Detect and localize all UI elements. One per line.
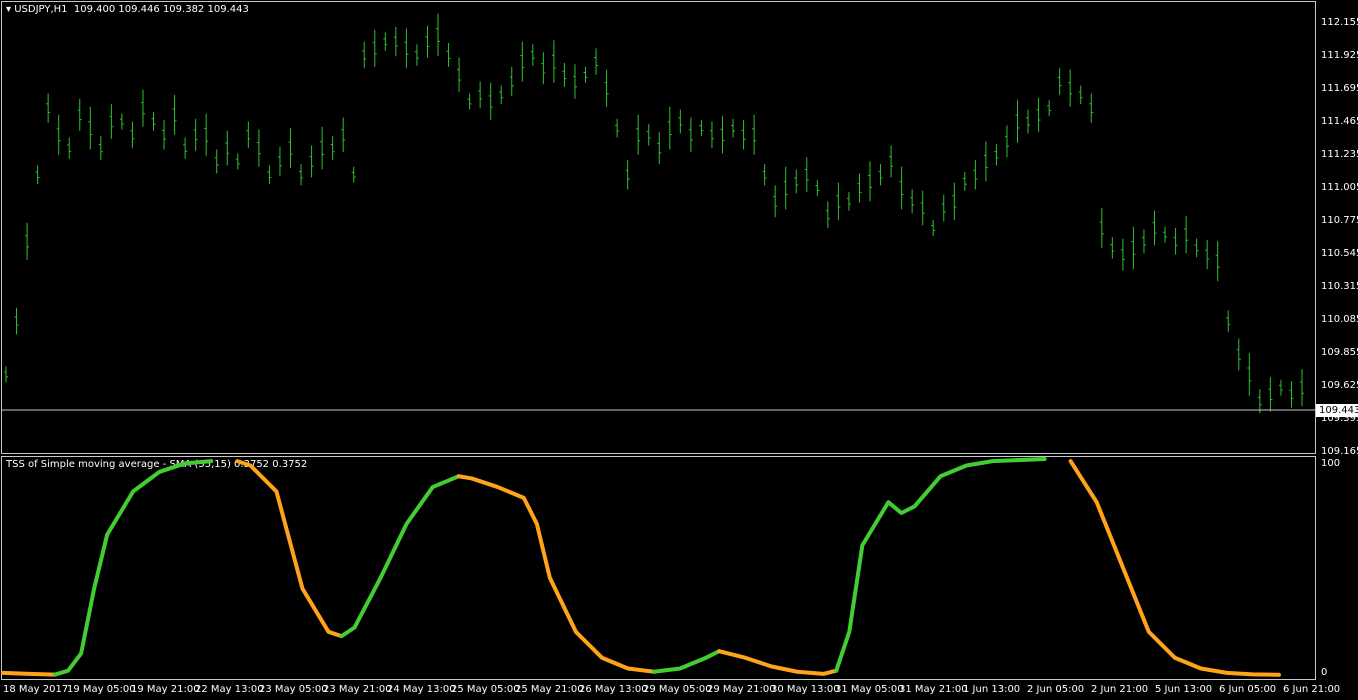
indicator-tick-label: 0 bbox=[1321, 667, 1328, 678]
price-tick-label: 111.925 bbox=[1321, 50, 1358, 61]
time-tick-label: 25 May 21:00 bbox=[515, 684, 584, 695]
price-tick-label: 110.315 bbox=[1321, 281, 1358, 292]
time-tick-label: 22 May 13:00 bbox=[195, 684, 264, 695]
indicator-up-segment bbox=[339, 474, 461, 639]
indicator-down-segment bbox=[1, 670, 58, 677]
indicator-down-segment bbox=[717, 649, 839, 676]
time-tick-label: 23 May 21:00 bbox=[323, 684, 392, 695]
price-tick-label: 110.085 bbox=[1321, 314, 1358, 325]
indicator-up-segment bbox=[652, 649, 722, 674]
time-tick-label: 26 May 13:00 bbox=[579, 684, 648, 695]
indicator-down-segment bbox=[456, 474, 656, 674]
indicator-line-svg bbox=[1, 457, 1281, 677]
indicator-down-segment bbox=[235, 459, 344, 639]
price-tick-label: 109.165 bbox=[1321, 446, 1358, 457]
time-tick-label: 31 May 21:00 bbox=[899, 684, 968, 695]
time-tick-label: 1 Jun 13:00 bbox=[963, 684, 1021, 695]
price-tick-label: 111.005 bbox=[1321, 182, 1358, 193]
indicator-up-segment bbox=[834, 457, 1047, 673]
price-tick-label: 112.155 bbox=[1321, 17, 1358, 28]
time-tick-label: 25 May 05:00 bbox=[451, 684, 520, 695]
time-tick-label: 6 Jun 05:00 bbox=[1219, 684, 1277, 695]
time-tick-label: 6 Jun 21:00 bbox=[1283, 684, 1341, 695]
time-tick-label: 2 Jun 21:00 bbox=[1091, 684, 1149, 695]
time-tick-label: 29 May 21:00 bbox=[707, 684, 776, 695]
time-tick-label: 2 Jun 05:00 bbox=[1027, 684, 1085, 695]
indicator-down-segment bbox=[1068, 459, 1281, 677]
indicator-tick-label: 100 bbox=[1321, 458, 1341, 469]
time-tick-label: 23 May 05:00 bbox=[259, 684, 328, 695]
time-tick-label: 29 May 05:00 bbox=[643, 684, 712, 695]
current-price-marker: 109.443 bbox=[1316, 404, 1358, 417]
time-tick-label: 30 May 13:00 bbox=[771, 684, 840, 695]
price-tick-label: 110.775 bbox=[1321, 215, 1358, 226]
time-tick-label: 18 May 2017 bbox=[3, 684, 69, 695]
price-tick-label: 109.855 bbox=[1321, 347, 1358, 358]
time-tick-label: 31 May 05:00 bbox=[835, 684, 904, 695]
price-tick-label: 111.695 bbox=[1321, 83, 1358, 94]
price-tick-label: 111.465 bbox=[1321, 116, 1358, 127]
time-tick-label: 5 Jun 13:00 bbox=[1155, 684, 1213, 695]
indicator-up-segment bbox=[53, 459, 214, 677]
time-tick-label: 24 May 13:00 bbox=[387, 684, 456, 695]
price-tick-label: 111.235 bbox=[1321, 149, 1358, 160]
price-tick-label: 110.545 bbox=[1321, 248, 1358, 259]
time-tick-label: 19 May 05:00 bbox=[67, 684, 136, 695]
price-tick-label: 109.625 bbox=[1321, 380, 1358, 391]
time-tick-label: 19 May 21:00 bbox=[131, 684, 200, 695]
